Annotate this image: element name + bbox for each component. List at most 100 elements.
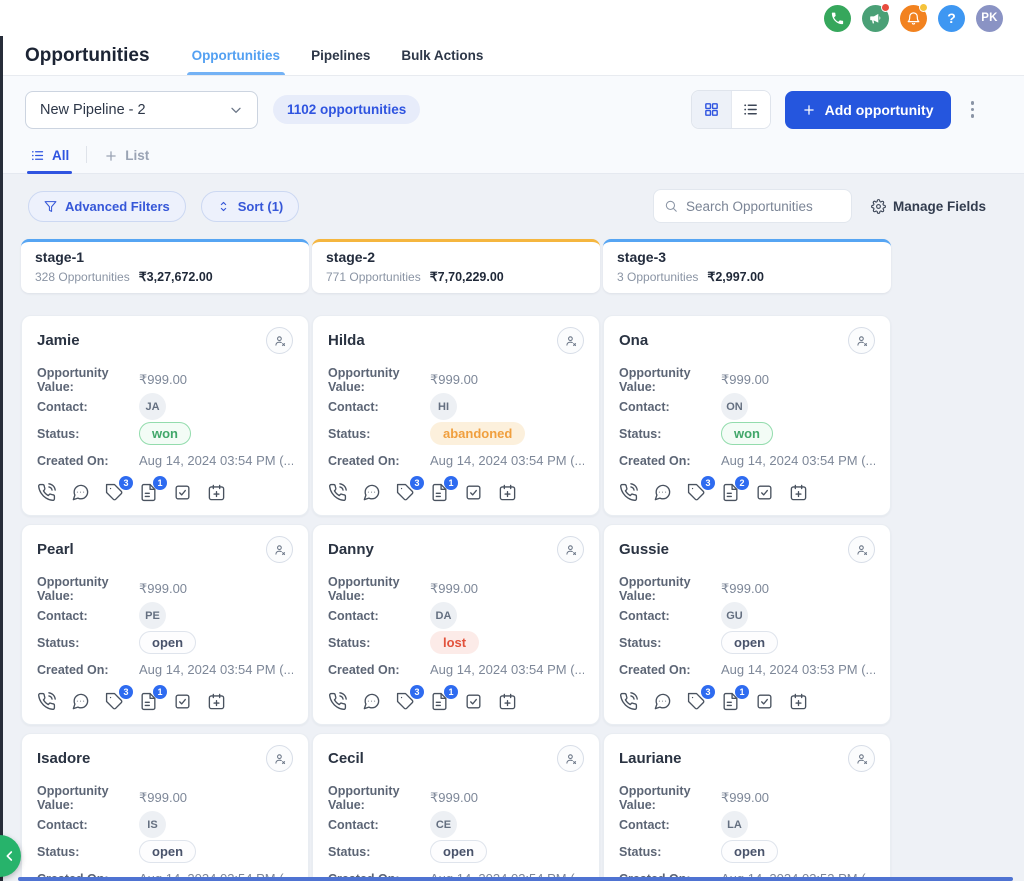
notes-icon[interactable]: 2: [721, 476, 749, 502]
notes-icon[interactable]: 1: [139, 476, 167, 502]
call-icon[interactable]: [328, 692, 347, 711]
contact-initials-badge[interactable]: CE: [430, 811, 457, 838]
field-row-contact: Contact: PE: [37, 602, 293, 629]
field-label: Contact:: [328, 817, 379, 832]
opportunity-card[interactable]: Lauriane Opportunity Value: ₹999.00 Cont…: [603, 733, 891, 881]
stage-summary: 3 Opportunities ₹2,997.00: [617, 269, 877, 285]
stage-header[interactable]: stage-1 328 Opportunities ₹3,27,672.00: [21, 239, 309, 293]
notes-icon[interactable]: 1: [721, 685, 749, 711]
opportunity-card[interactable]: Ona Opportunity Value: ₹999.00 Contact: …: [603, 315, 891, 516]
appointment-icon[interactable]: [498, 483, 517, 502]
conversation-icon[interactable]: [362, 692, 381, 711]
notes-icon[interactable]: 1: [430, 476, 458, 502]
person-x-icon: [855, 334, 869, 348]
appointment-icon[interactable]: [207, 692, 226, 711]
stage-name: stage-1: [35, 249, 85, 265]
more-options-button[interactable]: [965, 95, 981, 124]
opportunity-name: Gussie: [619, 541, 670, 558]
tasks-icon[interactable]: [173, 692, 192, 711]
grid-view-button[interactable]: [691, 91, 731, 128]
tab-opportunities[interactable]: Opportunities: [186, 36, 285, 75]
assign-owner-button[interactable]: [848, 327, 875, 354]
stage-header[interactable]: stage-3 3 Opportunities ₹2,997.00: [603, 239, 891, 293]
dialer-button[interactable]: [824, 4, 851, 32]
contact-initials-badge[interactable]: GU: [721, 602, 748, 629]
appointment-icon[interactable]: [498, 692, 517, 711]
stage-header[interactable]: stage-2 771 Opportunities ₹7,70,229.00: [312, 239, 600, 293]
assign-owner-button[interactable]: [848, 745, 875, 772]
tasks-icon[interactable]: [464, 483, 483, 502]
assign-owner-button[interactable]: [266, 745, 293, 772]
contact-initials-badge[interactable]: HI: [430, 393, 457, 420]
conversation-icon[interactable]: [71, 692, 90, 711]
contact-initials-badge[interactable]: LA: [721, 811, 748, 838]
tab-pipelines[interactable]: Pipelines: [311, 36, 370, 75]
tasks-icon[interactable]: [755, 483, 774, 502]
contact-initials-badge[interactable]: JA: [139, 393, 166, 420]
opportunity-card[interactable]: Jamie Opportunity Value: ₹999.00 Contact…: [21, 315, 309, 516]
sort-button[interactable]: Sort (1): [200, 190, 300, 222]
conversation-icon[interactable]: [362, 483, 381, 502]
contact-initials-badge[interactable]: DA: [430, 602, 457, 629]
tab-bulk-actions[interactable]: Bulk Actions: [401, 36, 483, 75]
assign-owner-button[interactable]: [557, 745, 584, 772]
opportunity-card[interactable]: Isadore Opportunity Value: ₹999.00 Conta…: [21, 733, 309, 881]
assign-owner-button[interactable]: [848, 536, 875, 563]
call-icon[interactable]: [37, 483, 56, 502]
list-view-button[interactable]: [730, 91, 770, 128]
assign-owner-button[interactable]: [266, 536, 293, 563]
field-row-contact: Contact: JA: [37, 393, 293, 420]
opportunity-card[interactable]: Cecil Opportunity Value: ₹999.00 Contact…: [312, 733, 600, 881]
user-avatar[interactable]: PK: [976, 4, 1003, 32]
manage-fields-button[interactable]: Manage Fields: [871, 198, 986, 214]
tags-icon[interactable]: 3: [396, 685, 424, 711]
tab-new-list[interactable]: List: [101, 148, 152, 173]
notes-icon[interactable]: 1: [430, 685, 458, 711]
contact-initials-badge[interactable]: IS: [139, 811, 166, 838]
assign-owner-button[interactable]: [557, 327, 584, 354]
search-input[interactable]: [685, 198, 841, 214]
contact-initials-badge[interactable]: PE: [139, 602, 166, 629]
opportunity-card[interactable]: Gussie Opportunity Value: ₹999.00 Contac…: [603, 524, 891, 725]
contact-initials-badge[interactable]: ON: [721, 393, 748, 420]
opportunity-card[interactable]: Pearl Opportunity Value: ₹999.00 Contact…: [21, 524, 309, 725]
appointment-icon[interactable]: [789, 483, 808, 502]
tags-icon[interactable]: 3: [687, 476, 715, 502]
opportunity-count-badge[interactable]: 1102 opportunities: [273, 95, 421, 124]
field-row-contact: Contact: HI: [328, 393, 584, 420]
opportunity-card[interactable]: Danny Opportunity Value: ₹999.00 Contact…: [312, 524, 600, 725]
opportunity-card[interactable]: Hilda Opportunity Value: ₹999.00 Contact…: [312, 315, 600, 516]
conversation-icon[interactable]: [653, 692, 672, 711]
horizontal-scrollbar[interactable]: [18, 877, 1013, 881]
assign-owner-button[interactable]: [266, 327, 293, 354]
note-count-badge: 1: [153, 476, 167, 490]
notes-icon[interactable]: 1: [139, 685, 167, 711]
status-badge: lost: [430, 631, 480, 654]
notifications-button[interactable]: [900, 2, 928, 32]
tasks-icon[interactable]: [464, 692, 483, 711]
field-row-value: Opportunity Value: ₹999.00: [328, 784, 584, 812]
tags-icon[interactable]: 3: [396, 476, 424, 502]
tags-icon[interactable]: 3: [687, 685, 715, 711]
call-icon[interactable]: [619, 483, 638, 502]
add-opportunity-button[interactable]: Add opportunity: [784, 90, 951, 129]
call-icon[interactable]: [328, 483, 347, 502]
tags-icon[interactable]: 3: [105, 476, 133, 502]
conversation-icon[interactable]: [653, 483, 672, 502]
tags-icon[interactable]: 3: [105, 685, 133, 711]
appointment-icon[interactable]: [207, 483, 226, 502]
call-icon[interactable]: [619, 692, 638, 711]
call-icon[interactable]: [37, 692, 56, 711]
tasks-icon[interactable]: [173, 483, 192, 502]
field-row-created: Created On: Aug 14, 2024 03:54 PM (...: [37, 656, 293, 683]
appointment-icon[interactable]: [789, 692, 808, 711]
conversation-icon[interactable]: [71, 483, 90, 502]
plus-icon: [104, 149, 118, 163]
help-button[interactable]: ?: [938, 4, 965, 32]
tab-all[interactable]: All: [27, 148, 73, 174]
tasks-icon[interactable]: [755, 692, 774, 711]
assign-owner-button[interactable]: [557, 536, 584, 563]
advanced-filters-button[interactable]: Advanced Filters: [28, 190, 186, 222]
pipeline-select[interactable]: New Pipeline - 2: [25, 90, 258, 129]
announcements-button[interactable]: [862, 2, 890, 32]
